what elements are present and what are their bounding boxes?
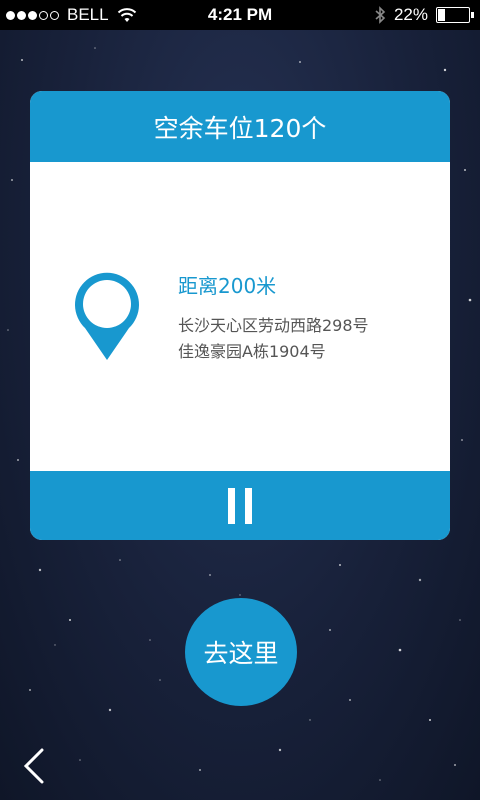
address-line-1: 长沙天心区劳动西路298号 xyxy=(178,316,369,335)
parking-info-card: 空余车位120个 距离200米 长沙天心区劳动西路298号 佳逸豪园A栋1904… xyxy=(30,91,450,540)
card-body: 距离200米 长沙天心区劳动西路298号 佳逸豪园A栋1904号 xyxy=(30,162,450,471)
status-right: 22% xyxy=(374,5,474,25)
location-pin-icon xyxy=(75,272,139,360)
go-here-label: 去这里 xyxy=(203,639,279,668)
battery-level-fill xyxy=(438,9,445,21)
address-line-2: 佳逸豪园A栋1904号 xyxy=(178,342,326,361)
bluetooth-icon xyxy=(375,6,386,24)
available-spaces-title: 空余车位120个 xyxy=(153,113,327,143)
go-here-button[interactable]: 去这里 xyxy=(185,598,297,706)
battery-percent: 22% xyxy=(393,5,428,24)
card-footer xyxy=(30,471,450,540)
address: 长沙天心区劳动西路298号 佳逸豪园A栋1904号 xyxy=(178,313,369,365)
back-chevron-icon[interactable] xyxy=(18,748,48,784)
status-bar: BELL 4:21 PM 22% xyxy=(0,0,480,30)
pause-icon[interactable] xyxy=(228,487,252,524)
battery-icon xyxy=(436,7,474,23)
card-header: 空余车位120个 xyxy=(30,91,450,162)
distance-label: 距离200米 xyxy=(178,274,277,298)
